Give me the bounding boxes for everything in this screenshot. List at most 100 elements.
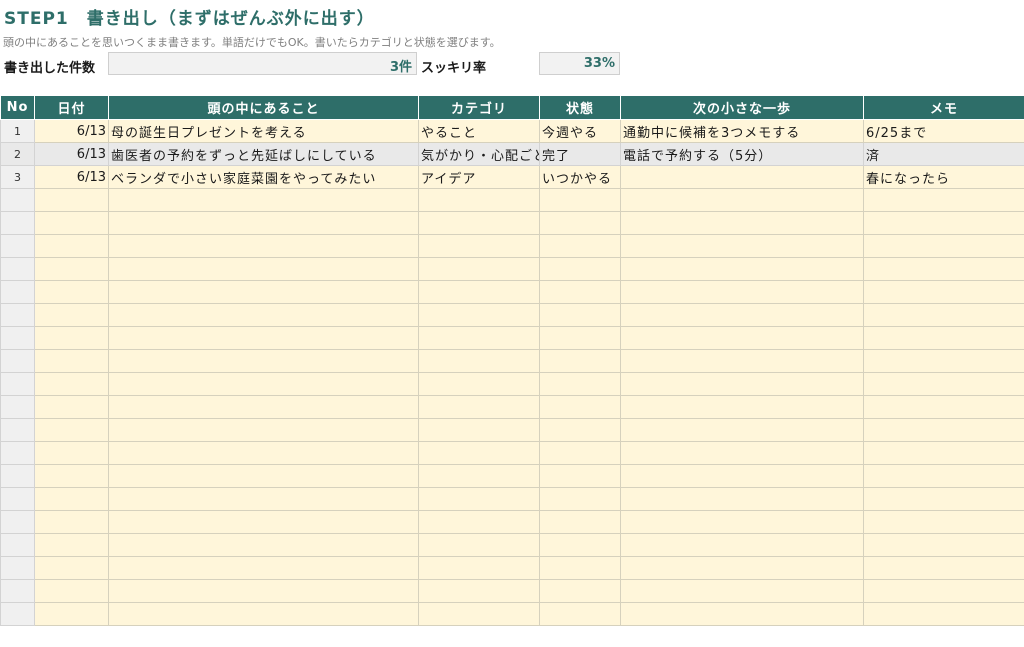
col-header-no[interactable]: No — [0, 95, 35, 120]
item-cell[interactable]: 歯医者の予約をずっと先延ばしにしている — [108, 142, 419, 166]
empty-item-cell[interactable] — [108, 326, 419, 350]
empty-category-cell[interactable] — [418, 556, 540, 580]
empty-status-cell[interactable] — [539, 487, 621, 511]
empty-status-cell[interactable] — [539, 556, 621, 580]
empty-memo-cell[interactable] — [863, 395, 1024, 419]
empty-status-cell[interactable] — [539, 579, 621, 603]
empty-item-cell[interactable] — [108, 602, 419, 626]
empty-next-step-cell[interactable] — [620, 418, 864, 442]
empty-category-cell[interactable] — [418, 211, 540, 235]
empty-category-cell[interactable] — [418, 303, 540, 327]
empty-memo-cell[interactable] — [863, 464, 1024, 488]
empty-memo-cell[interactable] — [863, 556, 1024, 580]
next-step-cell[interactable] — [620, 165, 864, 189]
empty-memo-cell[interactable] — [863, 349, 1024, 373]
empty-category-cell[interactable] — [418, 234, 540, 258]
status-cell[interactable]: 完了 — [539, 142, 621, 166]
empty-category-cell[interactable] — [418, 464, 540, 488]
empty-category-cell[interactable] — [418, 418, 540, 442]
empty-item-cell[interactable] — [108, 533, 419, 557]
empty-category-cell[interactable] — [418, 280, 540, 304]
empty-category-cell[interactable] — [418, 602, 540, 626]
empty-category-cell[interactable] — [418, 349, 540, 373]
empty-date-cell[interactable] — [34, 487, 109, 511]
empty-category-cell[interactable] — [418, 326, 540, 350]
empty-memo-cell[interactable] — [863, 533, 1024, 557]
date-cell[interactable]: 6/13 — [34, 165, 109, 189]
empty-date-cell[interactable] — [34, 533, 109, 557]
empty-memo-cell[interactable] — [863, 257, 1024, 281]
category-cell[interactable]: 気がかり・心配ごと — [418, 142, 540, 166]
empty-date-cell[interactable] — [34, 418, 109, 442]
empty-status-cell[interactable] — [539, 441, 621, 465]
empty-date-cell[interactable] — [34, 556, 109, 580]
empty-category-cell[interactable] — [418, 188, 540, 212]
empty-next-step-cell[interactable] — [620, 372, 864, 396]
empty-item-cell[interactable] — [108, 395, 419, 419]
empty-item-cell[interactable] — [108, 510, 419, 534]
empty-date-cell[interactable] — [34, 188, 109, 212]
rate-value-cell[interactable]: 33% — [539, 52, 620, 75]
empty-date-cell[interactable] — [34, 464, 109, 488]
item-cell[interactable]: 母の誕生日プレゼントを考える — [108, 119, 419, 143]
empty-date-cell[interactable] — [34, 326, 109, 350]
empty-category-cell[interactable] — [418, 257, 540, 281]
empty-status-cell[interactable] — [539, 418, 621, 442]
empty-item-cell[interactable] — [108, 372, 419, 396]
empty-status-cell[interactable] — [539, 280, 621, 304]
empty-status-cell[interactable] — [539, 303, 621, 327]
empty-item-cell[interactable] — [108, 303, 419, 327]
empty-memo-cell[interactable] — [863, 326, 1024, 350]
empty-date-cell[interactable] — [34, 303, 109, 327]
empty-next-step-cell[interactable] — [620, 395, 864, 419]
empty-date-cell[interactable] — [34, 349, 109, 373]
empty-memo-cell[interactable] — [863, 602, 1024, 626]
empty-next-step-cell[interactable] — [620, 510, 864, 534]
empty-row-number-cell[interactable] — [0, 441, 35, 465]
empty-memo-cell[interactable] — [863, 510, 1024, 534]
empty-row-number-cell[interactable] — [0, 533, 35, 557]
empty-row-number-cell[interactable] — [0, 602, 35, 626]
empty-next-step-cell[interactable] — [620, 280, 864, 304]
empty-category-cell[interactable] — [418, 441, 540, 465]
empty-next-step-cell[interactable] — [620, 579, 864, 603]
empty-next-step-cell[interactable] — [620, 533, 864, 557]
memo-cell[interactable]: 春になったら — [863, 165, 1024, 189]
empty-category-cell[interactable] — [418, 510, 540, 534]
col-header-category[interactable]: カテゴリ — [418, 95, 540, 120]
empty-item-cell[interactable] — [108, 280, 419, 304]
empty-next-step-cell[interactable] — [620, 303, 864, 327]
empty-row-number-cell[interactable] — [0, 303, 35, 327]
empty-next-step-cell[interactable] — [620, 349, 864, 373]
empty-status-cell[interactable] — [539, 257, 621, 281]
next-step-cell[interactable]: 通勤中に候補を3つメモする — [620, 119, 864, 143]
empty-status-cell[interactable] — [539, 349, 621, 373]
memo-cell[interactable]: 6/25まで — [863, 119, 1024, 143]
empty-memo-cell[interactable] — [863, 211, 1024, 235]
status-cell[interactable]: 今週やる — [539, 119, 621, 143]
empty-memo-cell[interactable] — [863, 418, 1024, 442]
col-header-next-step[interactable]: 次の小さな一歩 — [620, 95, 864, 120]
empty-next-step-cell[interactable] — [620, 257, 864, 281]
empty-next-step-cell[interactable] — [620, 464, 864, 488]
empty-date-cell[interactable] — [34, 234, 109, 258]
empty-next-step-cell[interactable] — [620, 211, 864, 235]
empty-category-cell[interactable] — [418, 395, 540, 419]
empty-item-cell[interactable] — [108, 234, 419, 258]
empty-date-cell[interactable] — [34, 280, 109, 304]
empty-memo-cell[interactable] — [863, 234, 1024, 258]
empty-status-cell[interactable] — [539, 211, 621, 235]
category-cell[interactable]: アイデア — [418, 165, 540, 189]
empty-date-cell[interactable] — [34, 372, 109, 396]
empty-row-number-cell[interactable] — [0, 211, 35, 235]
empty-category-cell[interactable] — [418, 372, 540, 396]
empty-next-step-cell[interactable] — [620, 487, 864, 511]
empty-item-cell[interactable] — [108, 464, 419, 488]
empty-status-cell[interactable] — [539, 234, 621, 258]
empty-item-cell[interactable] — [108, 556, 419, 580]
col-header-date[interactable]: 日付 — [34, 95, 109, 120]
empty-category-cell[interactable] — [418, 579, 540, 603]
empty-memo-cell[interactable] — [863, 579, 1024, 603]
empty-next-step-cell[interactable] — [620, 326, 864, 350]
empty-item-cell[interactable] — [108, 349, 419, 373]
